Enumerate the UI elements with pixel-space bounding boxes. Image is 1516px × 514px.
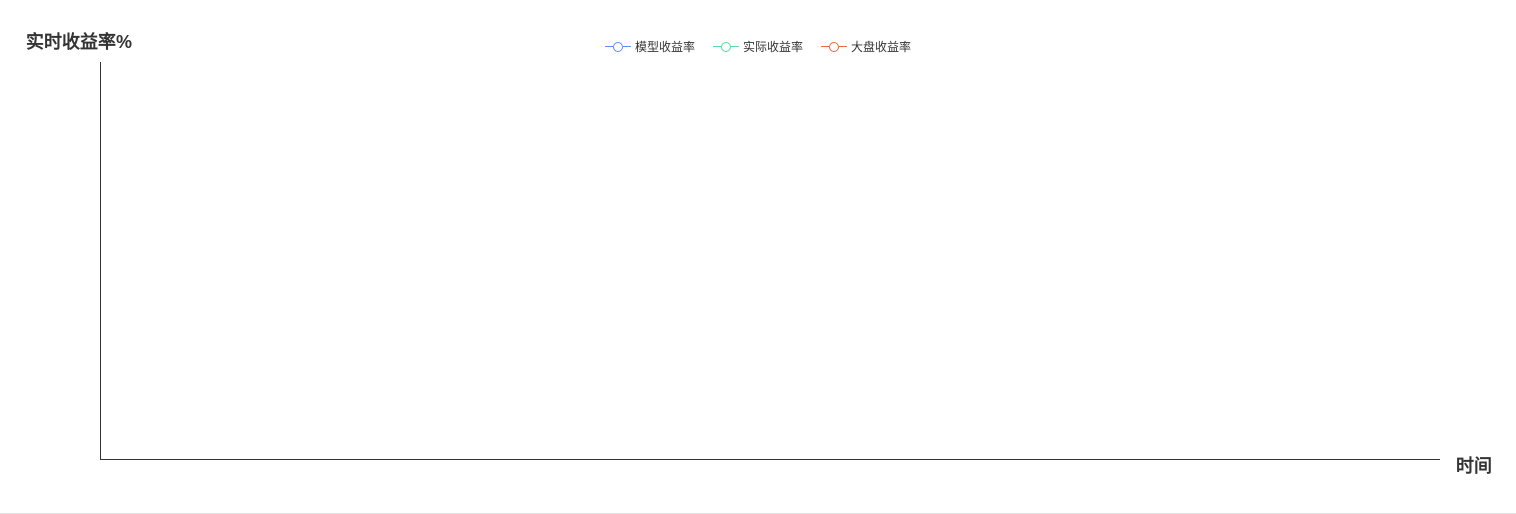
legend-label: 模型收益率 xyxy=(635,38,695,55)
legend-item-actual[interactable]: 实际收益率 xyxy=(713,38,803,55)
x-axis-line xyxy=(100,459,1440,460)
y-axis-line xyxy=(100,62,101,460)
chart-legend: 模型收益率 实际收益率 大盘收益率 xyxy=(0,38,1516,55)
legend-label: 大盘收益率 xyxy=(851,38,911,55)
legend-marker-icon xyxy=(713,42,739,52)
x-axis-title: 时间 xyxy=(1456,452,1492,478)
legend-label: 实际收益率 xyxy=(743,38,803,55)
legend-marker-icon xyxy=(605,42,631,52)
legend-marker-icon xyxy=(821,42,847,52)
chart-plot-area xyxy=(100,62,1440,460)
legend-item-market[interactable]: 大盘收益率 xyxy=(821,38,911,55)
legend-item-model[interactable]: 模型收益率 xyxy=(605,38,695,55)
